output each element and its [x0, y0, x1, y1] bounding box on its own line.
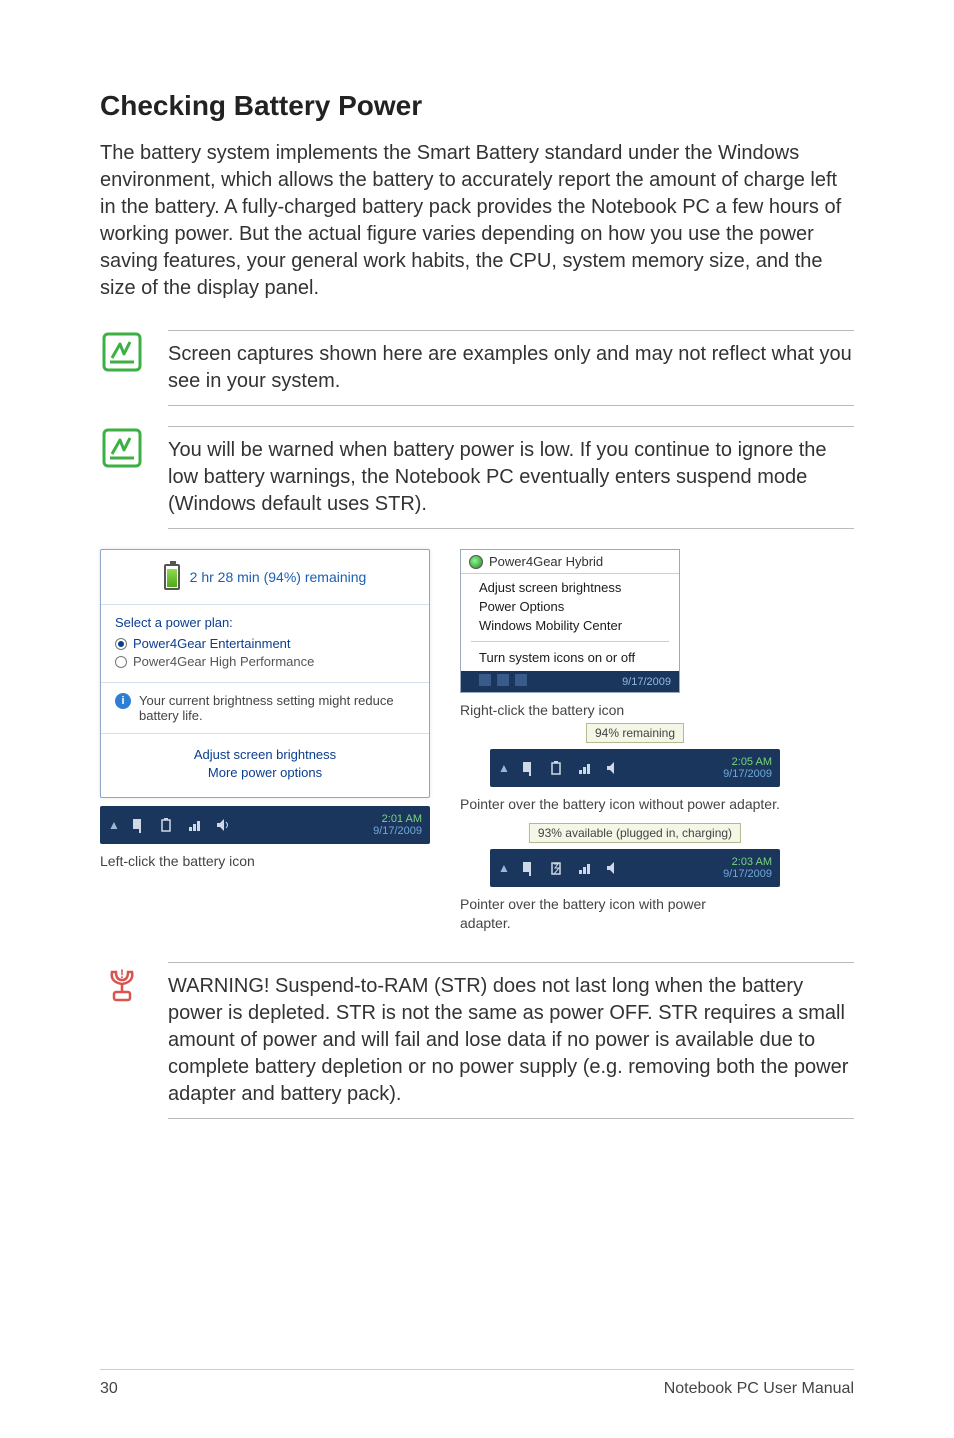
note-icon: [100, 426, 144, 470]
manual-title: Notebook PC User Manual: [664, 1380, 854, 1398]
battery-tooltip-charging: 93% available (plugged in, charging): [529, 823, 741, 843]
tray-date: 9/17/2009: [373, 825, 422, 837]
network-icon[interactable]: [186, 816, 204, 834]
flag-icon[interactable]: [520, 759, 538, 777]
tray-time: 2:01 AM: [373, 813, 422, 825]
ctx-title: Power4Gear Hybrid: [489, 554, 603, 569]
tray-time: 2:03 AM: [723, 856, 772, 868]
chevron-up-icon[interactable]: ▲: [498, 861, 510, 875]
warning-text: WARNING! Suspend-to-RAM (STR) does not l…: [168, 962, 854, 1119]
volume-icon[interactable]: [214, 816, 232, 834]
battery-popup: 2 hr 28 min (94%) remaining Select a pow…: [100, 549, 430, 798]
link-adjust-brightness[interactable]: Adjust screen brightness: [115, 747, 415, 762]
plan-label: Power4Gear Entertainment: [133, 636, 291, 651]
ctx-caption: Right-click the battery icon: [460, 701, 854, 719]
svg-text:!: !: [120, 967, 124, 981]
battery-charging-icon[interactable]: [548, 859, 566, 877]
chevron-up-icon[interactable]: ▲: [498, 761, 510, 775]
ctx-item-brightness[interactable]: Adjust screen brightness: [479, 578, 679, 597]
tray2-caption: Pointer over the battery icon without po…: [460, 795, 854, 813]
note-2-text: You will be warned when battery power is…: [168, 426, 854, 529]
note-1-text: Screen captures shown here are examples …: [168, 330, 854, 406]
radio-selected-icon: [115, 638, 127, 650]
volume-icon[interactable]: [604, 759, 622, 777]
plan-option-entertainment[interactable]: Power4Gear Entertainment: [115, 636, 415, 651]
tray-icon: [515, 674, 527, 689]
network-icon[interactable]: [576, 859, 594, 877]
radio-icon: [115, 656, 127, 668]
info-icon: i: [115, 693, 131, 709]
warning-icon: !: [100, 962, 144, 1006]
flag-icon[interactable]: [520, 859, 538, 877]
ctx-tray-date: 9/17/2009: [622, 676, 671, 688]
power4gear-icon: [469, 555, 483, 569]
page-number: 30: [100, 1380, 118, 1398]
plan-option-high-performance[interactable]: Power4Gear High Performance: [115, 654, 415, 669]
battery-tray-icon[interactable]: [158, 816, 176, 834]
system-tray-with-adapter: 93% available (plugged in, charging) ▲ 2…: [490, 849, 780, 887]
note-icon: [100, 330, 144, 374]
plan-label: Power4Gear High Performance: [133, 654, 314, 669]
intro-text: The battery system implements the Smart …: [100, 140, 854, 302]
system-tray-no-adapter: 94% remaining ▲ 2:05 AM 9/17/2009: [490, 749, 780, 787]
link-more-power-options[interactable]: More power options: [115, 765, 415, 780]
flag-icon[interactable]: [130, 816, 148, 834]
tray-time: 2:05 AM: [723, 756, 772, 768]
tray3-caption: Pointer over the battery icon with power…: [460, 895, 720, 931]
battery-context-menu: Power4Gear Hybrid Adjust screen brightne…: [460, 549, 680, 693]
ctx-item-mobility-center[interactable]: Windows Mobility Center: [479, 616, 679, 635]
tray-date: 9/17/2009: [723, 868, 772, 880]
tray-icon: [497, 674, 509, 689]
page-heading: Checking Battery Power: [100, 90, 854, 122]
battery-icon: [164, 564, 180, 590]
chevron-up-icon[interactable]: ▲: [108, 818, 120, 832]
remaining-text: 2 hr 28 min (94%) remaining: [190, 569, 367, 585]
battery-tray-icon[interactable]: [548, 759, 566, 777]
tray-date: 9/17/2009: [723, 768, 772, 780]
network-icon[interactable]: [576, 759, 594, 777]
left-caption: Left-click the battery icon: [100, 852, 430, 870]
ctx-item-power-options[interactable]: Power Options: [479, 597, 679, 616]
volume-icon[interactable]: [604, 859, 622, 877]
select-plan-label: Select a power plan:: [115, 615, 415, 630]
brightness-note: Your current brightness setting might re…: [139, 693, 415, 723]
tray-icon: [479, 674, 491, 689]
battery-tooltip: 94% remaining: [586, 723, 684, 743]
system-tray: ▲ 2:01 AM 9/17/2009: [100, 806, 430, 844]
ctx-item-system-icons[interactable]: Turn system icons on or off: [479, 648, 679, 667]
